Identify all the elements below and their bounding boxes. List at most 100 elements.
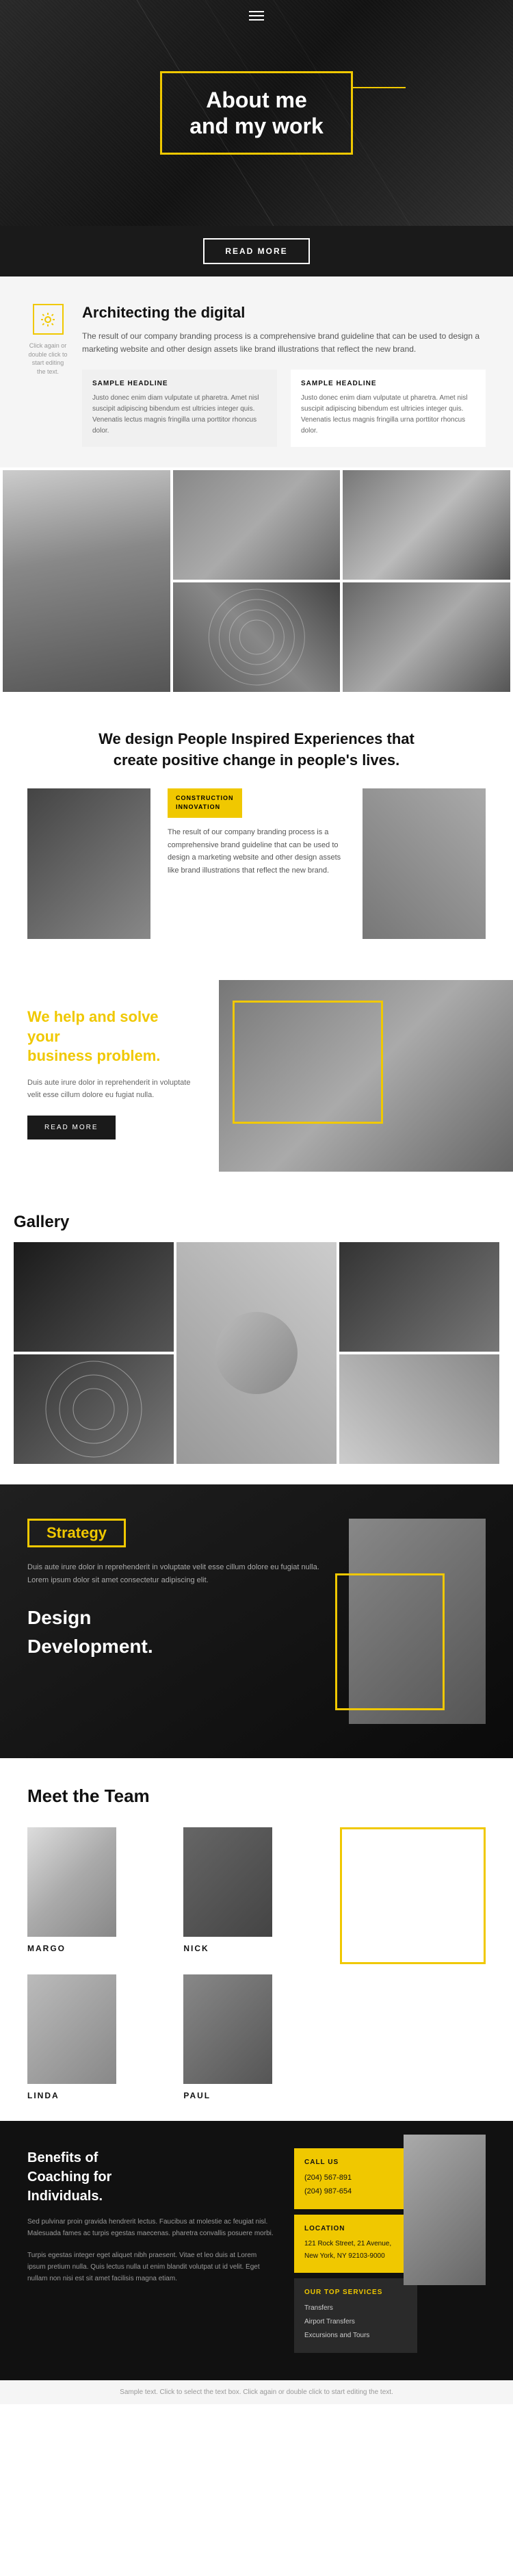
nick-photo [183, 1827, 272, 1937]
service-item-2: Excursions and Tours [304, 2329, 407, 2343]
phone-2: (204) 987-654 [304, 2185, 407, 2199]
business-left: We help and solve your business problem.… [0, 980, 219, 1172]
location-box: LOCATION 121 Rock Street, 21 Avenue, New… [294, 2215, 417, 2273]
gallery-woman [339, 1354, 499, 1464]
location-label: LOCATION [304, 2225, 407, 2232]
nick-name: NICK [183, 1944, 209, 1953]
service-item-1: Airport Transfers [304, 2315, 407, 2329]
photo-spiral [173, 582, 341, 692]
business-title-highlight: problem. [97, 1047, 161, 1064]
photo-woman [3, 470, 170, 692]
gallery-circle [215, 1312, 298, 1394]
team-row-1: MARGO NICK [27, 1827, 486, 1964]
menu-line [249, 11, 264, 12]
margo-name: MARGO [27, 1944, 66, 1953]
service-item-0: Transfers [304, 2302, 407, 2315]
benefits-left: Benefits of Coaching for Individuals. Se… [27, 2148, 274, 2353]
arch-two-cols: SAMPLE HEADLINE Justo donec enim diam vu… [82, 370, 486, 447]
gallery-cell-1 [14, 1242, 174, 1352]
linda-name: LINDA [27, 2091, 60, 2100]
design-text: The result of our company branding proce… [168, 826, 345, 877]
strategy-section: Strategy Duis aute irure dolor in repreh… [0, 1484, 513, 1758]
gallery-circle-img [176, 1242, 337, 1464]
services-box: OUR TOP SERVICES Transfers Airport Trans… [294, 2278, 417, 2353]
photo-beach [343, 582, 510, 692]
hero-content: About me and my work [160, 71, 353, 155]
design-img-right [363, 788, 486, 939]
design-img-left [27, 788, 150, 939]
business-img [219, 980, 513, 1172]
arch-col-2: SAMPLE HEADLINE Justo donec enim diam vu… [291, 370, 486, 447]
footer-note: Sample text. Click to select the text bo… [0, 2380, 513, 2404]
team-member-margo: MARGO [27, 1827, 173, 1953]
business-right [219, 980, 513, 1172]
hero-yellow-line [351, 87, 406, 88]
team-row-2: LINDA PAUL [27, 1974, 486, 2100]
paul-name: PAUL [183, 2091, 211, 2100]
arch-title: Architecting the digital [82, 304, 486, 322]
menu-line [249, 15, 264, 16]
photo-2 [173, 470, 341, 580]
col2-headline: SAMPLE HEADLINE [301, 380, 475, 387]
gallery-cell-2 [176, 1242, 337, 1464]
photo-5 [343, 582, 510, 692]
photo-4 [173, 582, 341, 692]
hero-readmore-button[interactable]: READ MORE [203, 238, 309, 264]
architecting-section: Click again or double click to start edi… [0, 276, 513, 467]
benefits-title: Benefits of Coaching for Individuals. [27, 2148, 274, 2206]
strategy-label: Strategy [47, 1524, 107, 1542]
gallery-grid [14, 1242, 499, 1464]
business-title: We help and solve your business problem. [27, 1007, 192, 1066]
photo-1 [3, 470, 170, 692]
col2-text: Justo donec enim diam vulputate ut phare… [301, 393, 475, 437]
gallery-spiral-svg [14, 1354, 174, 1464]
spiral-svg [173, 582, 341, 692]
gallery-section: Gallery [0, 1192, 513, 1484]
footer-text: Sample text. Click to select the text bo… [120, 2388, 393, 2396]
team-member-linda: LINDA [27, 1974, 173, 2100]
business-readmore-button[interactable]: READ MORE [27, 1116, 116, 1139]
hamburger-menu[interactable] [249, 8, 264, 23]
photo-3 [343, 470, 510, 580]
strategy-yellow-frame [335, 1573, 445, 1710]
strategy-layout: Strategy Duis aute irure dolor in repreh… [27, 1519, 486, 1724]
design-center-col: CONSTRUCTION INNOVATION The result of ou… [161, 788, 352, 877]
team-member-paul: PAUL [183, 1974, 329, 2100]
photo-hands [173, 470, 341, 580]
benefits-text-2: Turpis egestas integer eget aliquet nibh… [27, 2250, 274, 2284]
arch-description: The result of our company branding proce… [82, 330, 486, 356]
arch-icon [33, 304, 64, 335]
paul-photo [183, 1974, 272, 2084]
strategy-text: Duis aute irure dolor in reprehenderit i… [27, 1561, 328, 1586]
hero-title-box: About me and my work [160, 71, 353, 155]
hero-readmore-section: READ MORE [0, 226, 513, 276]
location-address: 121 Rock Street, 21 Avenue, New York, NY… [304, 2238, 407, 2263]
services-list: Transfers Airport Transfers Excursions a… [304, 2302, 407, 2343]
services-label: OUR TOP SERVICES [304, 2289, 407, 2296]
call-us-label: CALL US [304, 2159, 407, 2166]
photo-city [343, 470, 510, 580]
team-row2-placeholder [340, 1974, 486, 2100]
gallery-cell-5 [339, 1354, 499, 1464]
business-section: We help and solve your business problem.… [0, 959, 513, 1192]
gallery-cell-4 [14, 1354, 174, 1464]
gallery-title: Gallery [14, 1213, 499, 1232]
team-yellow-box [340, 1827, 486, 1964]
gallery-cell-3 [339, 1242, 499, 1352]
strategy-box: Strategy [27, 1519, 126, 1547]
arch-click-text: Click again or double click to start edi… [27, 342, 68, 376]
col1-text: Justo donec enim diam vulputate ut phare… [92, 393, 267, 437]
strategy-development: Development. [27, 1636, 328, 1658]
hero-banner: About me and my work [0, 0, 513, 226]
col1-headline: SAMPLE HEADLINE [92, 380, 267, 387]
sun-icon [40, 311, 56, 328]
strategy-content: Strategy Duis aute irure dolor in repreh… [27, 1519, 486, 1724]
design-title: We design People Inspired Experiences th… [27, 729, 486, 771]
design-grid: CONSTRUCTION INNOVATION The result of ou… [27, 788, 486, 939]
team-member-nick: NICK [183, 1827, 329, 1953]
design-section: We design People Inspired Experiences th… [0, 695, 513, 959]
photo-grid-1 [0, 467, 513, 695]
strategy-person-col [349, 1519, 486, 1724]
design-badge: CONSTRUCTION INNOVATION [168, 788, 242, 818]
benefits-right: CALL US (204) 567-891 (204) 987-654 LOCA… [294, 2148, 486, 2353]
